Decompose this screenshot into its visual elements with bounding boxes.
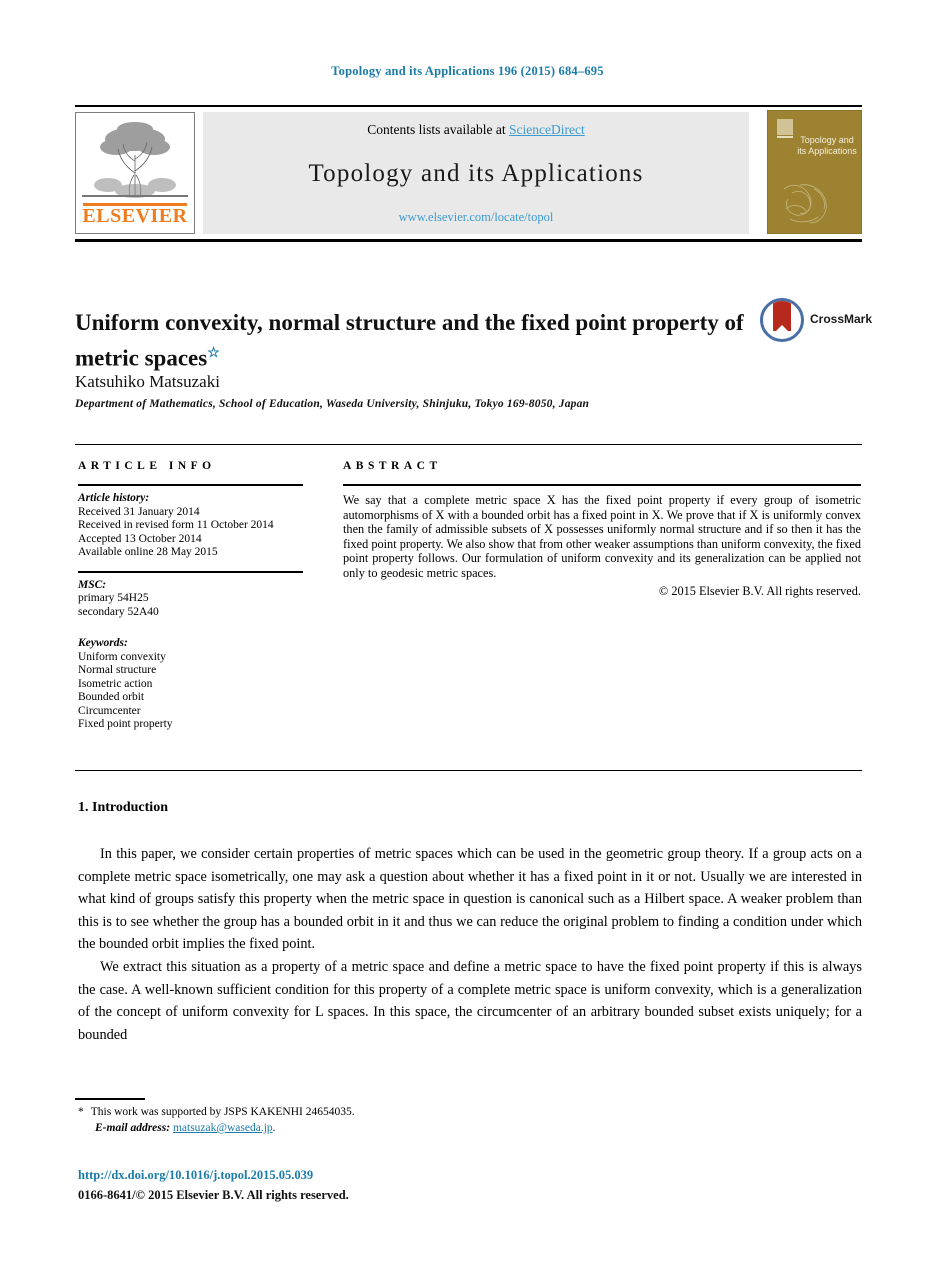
article-history-item: Received 31 January 2014 bbox=[78, 505, 200, 518]
contents-available-line: Contents lists available at ScienceDirec… bbox=[203, 122, 749, 138]
info-block-top-rule bbox=[75, 444, 862, 445]
msc-item: primary 54H25 bbox=[78, 592, 149, 604]
footnote-funding-text: This work was supported by JSPS KAKENHI … bbox=[90, 1106, 355, 1118]
msc-label: MSC: bbox=[78, 578, 107, 591]
email-link[interactable]: matsuzak@waseda.jp bbox=[173, 1122, 273, 1134]
footnote-email-line: E-mail address: matsuzak@waseda.jp. bbox=[78, 1120, 638, 1136]
email-period: . bbox=[272, 1122, 276, 1134]
contents-prefix: Contents lists available at bbox=[367, 122, 509, 137]
section-heading-introduction: 1. Introduction bbox=[78, 800, 168, 815]
running-head: Topology and its Applications 196 (2015)… bbox=[331, 64, 604, 78]
footnote-rule bbox=[75, 1098, 145, 1100]
body-text: In this paper, we consider certain prope… bbox=[78, 843, 862, 1046]
abstract-column: We say that a complete metric space X ha… bbox=[343, 484, 861, 598]
keyword-item: Isometric action bbox=[78, 677, 153, 690]
msc-rule bbox=[78, 570, 303, 573]
page-title: Uniform convexity, normal structure and … bbox=[75, 307, 755, 374]
keyword-item: Normal structure bbox=[78, 664, 157, 676]
info-block-bottom-rule bbox=[75, 770, 862, 771]
journal-url[interactable]: www.elsevier.com/locate/topol bbox=[203, 210, 749, 225]
abstract-rule bbox=[343, 484, 861, 486]
journal-masthead: ELSEVIER Contents lists available at Sci… bbox=[75, 108, 862, 236]
author-affiliation: Department of Mathematics, School of Edu… bbox=[75, 398, 590, 410]
footnote-star-marker: * bbox=[78, 1106, 84, 1118]
crossmark-label: CrossMark bbox=[810, 312, 873, 326]
crossmark-icon bbox=[760, 298, 804, 342]
keywords-label: Keywords: bbox=[78, 637, 128, 649]
doi-link[interactable]: http://dx.doi.org/10.1016/j.topol.2015.0… bbox=[78, 1168, 313, 1183]
abstract-heading: ABSTRACT bbox=[343, 460, 442, 472]
masthead-bottom-rule bbox=[75, 239, 862, 242]
article-history-label: Article history: bbox=[78, 492, 150, 504]
article-history-item: Accepted 13 October 2014 bbox=[78, 532, 202, 545]
keyword-item: Fixed point property bbox=[78, 718, 173, 730]
footnote-block: * This work was supported by JSPS KAKENHI… bbox=[78, 1104, 638, 1136]
article-history-item: Received in revised form 11 October 2014 bbox=[78, 519, 274, 531]
paper-page: Topology and its Applications 196 (2015)… bbox=[0, 0, 935, 1266]
cover-artwork bbox=[780, 179, 835, 227]
article-info-column: Article history: Received 31 January 201… bbox=[78, 484, 303, 732]
elsevier-wordmark: ELSEVIER bbox=[82, 205, 188, 227]
page-title-text: Uniform convexity, normal structure and … bbox=[75, 310, 744, 372]
contents-banner: Contents lists available at ScienceDirec… bbox=[203, 112, 749, 234]
journal-cover-thumbnail: Topology and its Applications bbox=[767, 110, 862, 234]
body-paragraph: In this paper, we consider certain prope… bbox=[78, 846, 862, 953]
article-history-rule bbox=[78, 484, 303, 486]
elsevier-tree-icon bbox=[78, 115, 192, 203]
body-paragraph: We extract this situation as a property … bbox=[78, 958, 862, 1043]
crossmark-badge[interactable]: CrossMark bbox=[760, 298, 872, 344]
title-footnote-star-icon[interactable]: ☆ bbox=[207, 346, 220, 361]
author-name: Katsuhiko Matsuzaki bbox=[75, 372, 220, 391]
sciencedirect-link[interactable]: ScienceDirect bbox=[509, 122, 585, 137]
journal-title: Topology and its Applications bbox=[308, 160, 644, 187]
cover-elsevier-bar bbox=[777, 136, 793, 138]
article-info-heading: ARTICLE INFO bbox=[78, 460, 216, 472]
issn-copyright-line: 0166-8641/© 2015 Elsevier B.V. All right… bbox=[78, 1188, 349, 1202]
cover-elsevier-icon bbox=[777, 119, 793, 135]
masthead-top-rule bbox=[75, 105, 862, 107]
keyword-item: Uniform convexity bbox=[78, 650, 166, 663]
elsevier-logo: ELSEVIER bbox=[75, 112, 195, 234]
keyword-item: Circumcenter bbox=[78, 704, 141, 717]
cover-journal-title: Topology and its Applications bbox=[797, 135, 857, 156]
keyword-item: Bounded orbit bbox=[78, 691, 145, 703]
crossmark-notch-shape bbox=[773, 325, 791, 334]
email-address-label: E-mail address: bbox=[95, 1122, 171, 1134]
abstract-copyright: © 2015 Elsevier B.V. All rights reserved… bbox=[658, 583, 861, 598]
abstract-body: We say that a complete metric space X ha… bbox=[343, 493, 861, 580]
article-history-item: Available online 28 May 2015 bbox=[78, 546, 218, 558]
msc-item: secondary 52A40 bbox=[78, 605, 159, 618]
